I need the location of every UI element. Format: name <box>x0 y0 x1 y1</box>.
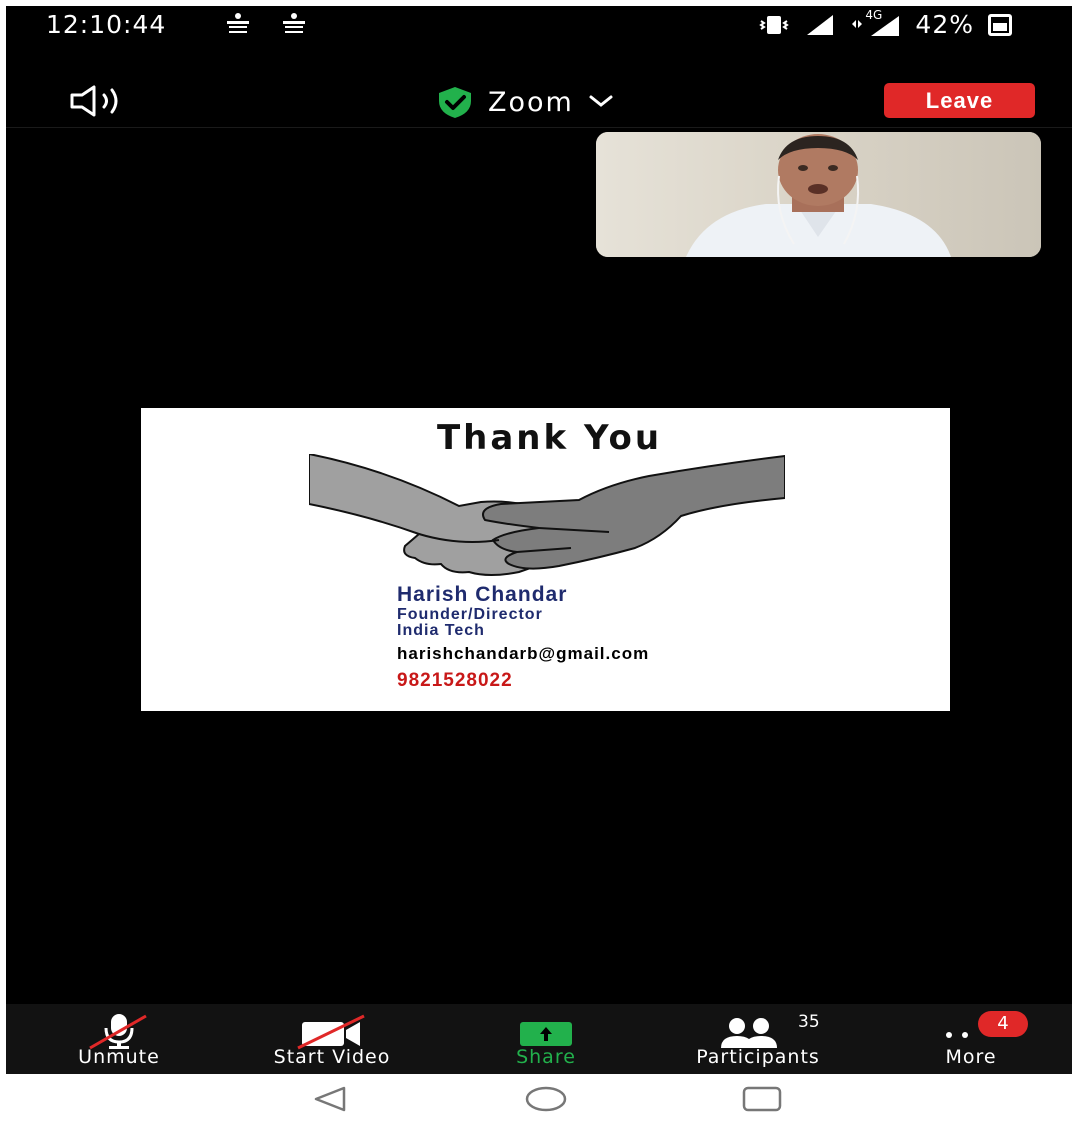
status-bar: 12:10:44 4G 42% <box>6 6 1072 46</box>
start-video-button[interactable]: Start Video <box>244 1004 420 1074</box>
shield-check-icon <box>439 87 471 118</box>
recents-icon <box>742 1086 782 1112</box>
participants-button[interactable]: 35 Participants <box>658 1004 858 1074</box>
battery-percent: 42% <box>915 10 974 39</box>
share-button[interactable]: Share <box>486 1004 606 1074</box>
back-button[interactable] <box>308 1085 352 1113</box>
back-icon <box>314 1086 346 1112</box>
participant-count: 35 <box>798 1012 820 1032</box>
contact-name: Harish Chandar <box>397 583 568 606</box>
zoom-meeting-screen: 12:10:44 4G 42% Zoom Leave Thank You Har… <box>6 6 1072 1074</box>
meeting-info-button[interactable]: Zoom <box>436 82 614 122</box>
shared-screen-slide: Thank You Harish Chandar Founder/Directo… <box>141 408 950 711</box>
status-time: 12:10:44 <box>46 10 167 39</box>
notification-app-icon <box>227 13 249 33</box>
signal-4g: 4G <box>849 8 901 38</box>
speaker-button[interactable] <box>68 84 140 118</box>
more-button[interactable]: 4 More <box>911 1004 1031 1074</box>
self-video-thumbnail[interactable] <box>596 132 1041 257</box>
unmute-label: Unmute <box>78 1046 160 1068</box>
handshake-image <box>309 454 785 576</box>
network-type-label: 4G <box>865 7 883 22</box>
video-feed-image <box>596 132 1041 257</box>
share-up-icon <box>520 1022 572 1046</box>
slide-title: Thank You <box>436 418 663 458</box>
chevron-down-icon <box>589 95 613 107</box>
notification-badge: 4 <box>978 1011 1028 1037</box>
participants-label: Participants <box>696 1046 820 1068</box>
meeting-header: Zoom Leave <box>6 78 1072 128</box>
contact-company: India Tech <box>397 622 485 639</box>
contact-role: Founder/Director <box>397 606 543 623</box>
vibrate-icon <box>759 15 790 34</box>
signal-icon <box>807 14 834 35</box>
participants-icon <box>721 1018 777 1048</box>
home-button[interactable] <box>524 1085 568 1113</box>
battery-icon <box>988 13 1012 36</box>
more-label: More <box>945 1046 997 1068</box>
mic-off-icon <box>89 1014 147 1050</box>
unmute-button[interactable]: Unmute <box>50 1004 188 1074</box>
start-video-label: Start Video <box>273 1046 391 1068</box>
contact-details: Harish Chandar Founder/Director India Te… <box>397 583 649 694</box>
contact-email: harishchandarb@gmail.com <box>397 644 650 663</box>
recents-button[interactable] <box>740 1085 784 1113</box>
contact-phone: 9821528022 <box>397 670 513 691</box>
share-label: Share <box>516 1046 576 1068</box>
video-off-icon <box>297 1014 365 1050</box>
notification-app-icon <box>283 13 305 33</box>
status-indicators: 4G 42% <box>757 8 1012 39</box>
speaker-icon <box>70 85 118 117</box>
leave-button[interactable]: Leave <box>884 83 1035 118</box>
home-icon <box>525 1086 567 1112</box>
android-navigation-bar <box>0 1075 1077 1123</box>
meeting-title: Zoom <box>488 86 574 118</box>
meeting-toolbar: Unmute Start Video Share 35 Participants… <box>6 1004 1072 1074</box>
